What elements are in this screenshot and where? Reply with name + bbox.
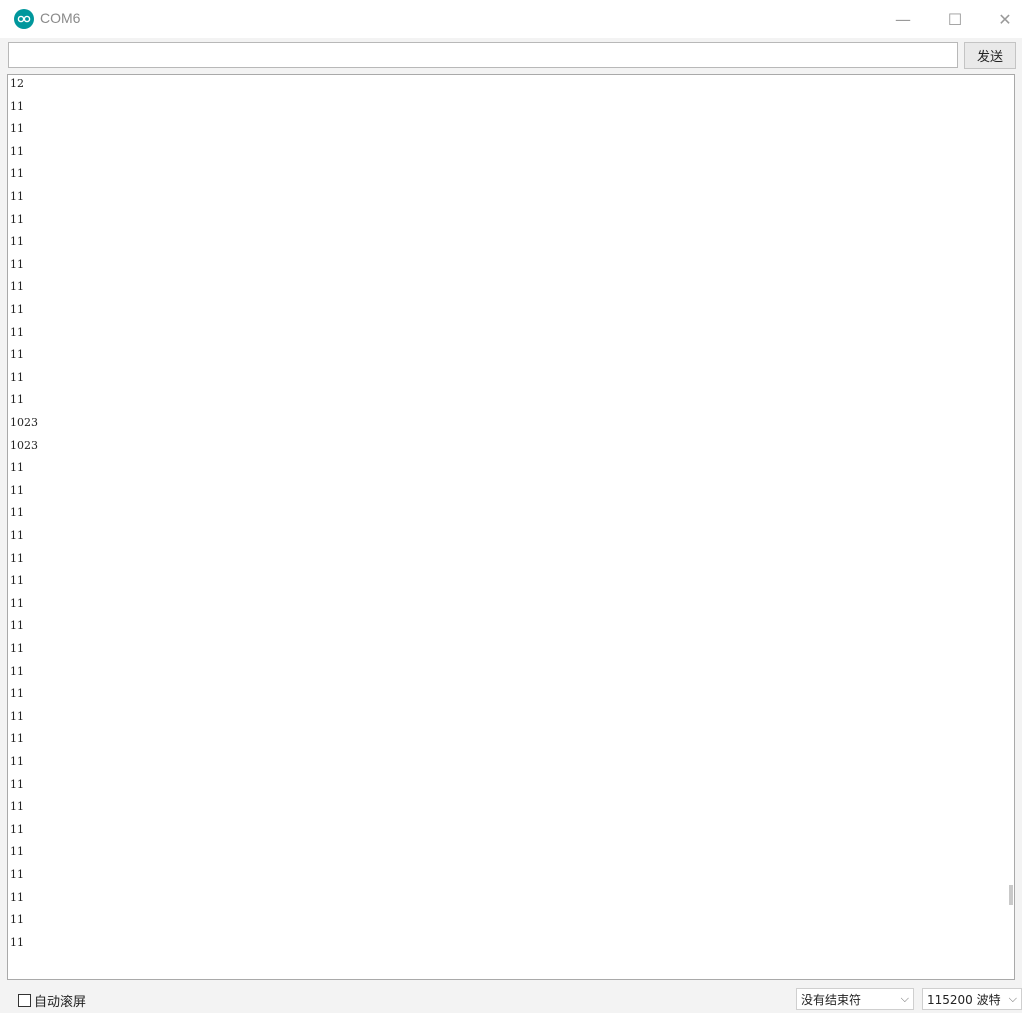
output-line: 11 xyxy=(10,122,24,136)
output-line: 11 xyxy=(10,755,24,768)
footer-bar: 自动滚屏 没有结束符 ⌵ 115200 波特 ⌵ xyxy=(0,982,1022,1013)
output-line: 11 xyxy=(10,348,24,362)
output-line: 11 xyxy=(10,868,24,881)
send-input[interactable] xyxy=(8,42,958,68)
output-line: 11 xyxy=(10,800,24,814)
output-line: 11 xyxy=(10,529,24,542)
output-line: 1023 xyxy=(10,438,38,452)
output-line: 11 xyxy=(10,574,24,588)
output-line: 1023 xyxy=(10,416,38,429)
line-ending-select[interactable]: 没有结束符 ⌵ xyxy=(796,988,914,1010)
serial-monitor-window: COM6 — ☐ ✕ 发送 12 11 11 11 11 11 11 11 11 11 11 11 11… xyxy=(0,0,1022,1013)
serial-output[interactable]: 12 11 11 11 11 11 11 11 11 11 11 11 11 11 11 1023 1023 11… xyxy=(7,74,1015,980)
minimize-button[interactable]: — xyxy=(880,0,926,38)
send-bar: 发送 xyxy=(0,38,1022,74)
baud-rate-select[interactable]: 115200 波特 ⌵ xyxy=(922,988,1022,1010)
maximize-button[interactable]: ☐ xyxy=(932,0,978,38)
arduino-logo-icon xyxy=(14,9,34,29)
autoscroll-toggle[interactable]: 自动滚屏 xyxy=(18,991,86,1010)
output-line: 11 xyxy=(10,303,24,316)
scrollbar[interactable] xyxy=(1006,75,1014,979)
scrollbar-thumb[interactable] xyxy=(1009,885,1013,905)
output-line: 11 xyxy=(10,99,24,113)
output-line: 11 xyxy=(10,461,24,475)
output-line: 11 xyxy=(10,393,24,407)
output-line: 11 xyxy=(10,935,24,949)
output-line: 11 xyxy=(10,687,24,701)
output-line: 11 xyxy=(10,144,24,158)
close-button[interactable]: ✕ xyxy=(982,0,1022,38)
window-title: COM6 xyxy=(40,10,81,26)
output-line: 11 xyxy=(10,551,24,565)
output-line: 11 xyxy=(10,890,24,904)
output-line: 11 xyxy=(10,167,24,181)
output-line: 11 xyxy=(10,664,24,678)
output-line: 11 xyxy=(10,845,24,859)
output-line: 11 xyxy=(10,642,24,655)
output-line: 11 xyxy=(10,257,24,271)
output-line: 11 xyxy=(10,822,24,836)
send-button[interactable]: 发送 xyxy=(964,42,1016,69)
output-line: 11 xyxy=(10,370,24,384)
output-line: 11 xyxy=(10,212,24,226)
output-line: 11 xyxy=(10,280,24,294)
chevron-down-icon: ⌵ xyxy=(1008,992,1017,1005)
output-line: 11 xyxy=(10,190,24,203)
autoscroll-label: 自动滚屏 xyxy=(34,995,87,1010)
output-line: 11 xyxy=(10,913,24,927)
output-line: 12 xyxy=(10,77,24,90)
output-line: 11 xyxy=(10,506,24,520)
autoscroll-checkbox[interactable] xyxy=(18,994,31,1007)
output-line: 11 xyxy=(10,325,24,339)
chevron-down-icon: ⌵ xyxy=(900,992,909,1005)
line-ending-value: 没有结束符 xyxy=(801,992,862,1007)
baud-rate-value: 115200 波特 xyxy=(927,992,1001,1007)
output-line: 11 xyxy=(10,709,24,723)
output-line: 11 xyxy=(10,619,24,633)
output-line: 11 xyxy=(10,596,24,610)
title-bar: COM6 — ☐ ✕ xyxy=(0,0,1022,38)
output-line: 11 xyxy=(10,777,24,791)
output-line: 11 xyxy=(10,483,24,497)
output-line: 11 xyxy=(10,235,24,249)
output-line: 11 xyxy=(10,732,24,746)
